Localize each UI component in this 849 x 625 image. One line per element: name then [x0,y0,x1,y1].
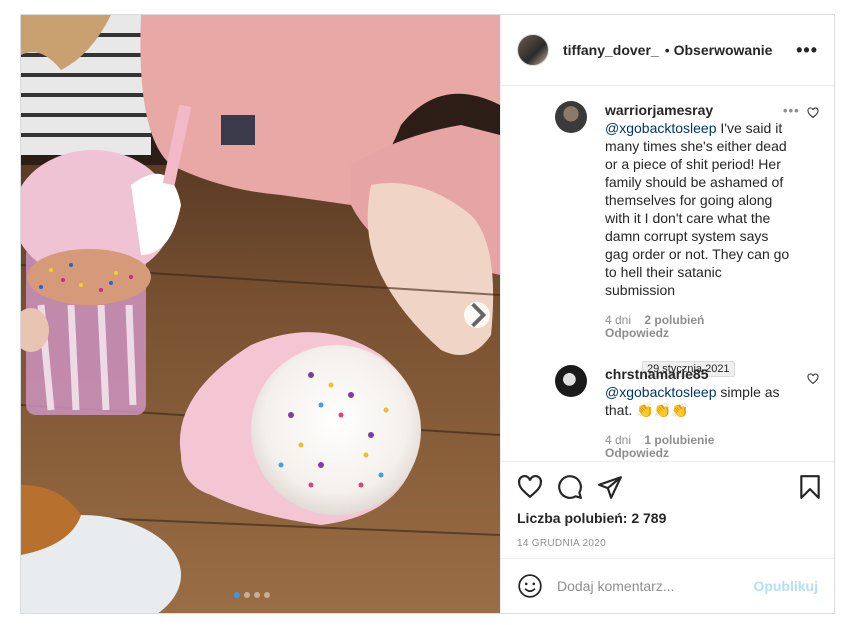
comment-meta: 4 dni 1 polubienie [605,433,791,447]
carousel-dot [264,592,270,598]
commenter-username[interactable]: chrstnamarie85 [605,366,709,382]
heart-icon[interactable] [517,474,543,500]
chevron-right-icon [471,302,487,328]
comment-icon[interactable] [557,474,583,500]
comment-body: warriorjamesray @xgobacktosleep I've sai… [605,101,791,339]
comment-mention[interactable]: @xgobacktosleep [605,120,717,136]
header-separator: • [664,42,670,58]
comment-item: chrstnamarie85 @xgobacktosleep simple as… [517,365,819,461]
photo-illustration [21,15,500,613]
commenter-avatar[interactable] [555,101,587,133]
bookmark-icon[interactable] [797,474,823,500]
comment-text: I've said it many times she's either dea… [605,120,790,298]
post-actions: Liczba polubień: 2 789 14 GRUDNIA 2020 [501,461,834,561]
carousel-dot [244,592,250,598]
emoji-icon[interactable] [517,573,543,599]
comment-heart-icon[interactable] [807,373,819,385]
comment-item: warriorjamesray @xgobacktosleep I've sai… [517,101,819,351]
post-date[interactable]: 14 GRUDNIA 2020 [517,538,606,549]
comment-heart-icon[interactable] [807,107,819,119]
instagram-post: tiffany_dover_ • Obserwowanie ••• warrio… [20,14,835,614]
commenter-username[interactable]: warriorjamesray [605,102,713,118]
commenter-avatar[interactable] [555,365,587,397]
comment-age[interactable]: 4 dni [605,313,631,327]
carousel-dot [254,592,260,598]
share-icon[interactable] [597,474,623,500]
comment-body: chrstnamarie85 @xgobacktosleep simple as… [605,365,791,459]
comment-more-icon[interactable]: ••• [783,103,800,118]
comment-age[interactable]: 4 dni [605,433,631,447]
action-icon-row [517,474,820,500]
author-avatar[interactable] [517,34,549,66]
carousel-dot-active [234,592,240,598]
likes-count[interactable]: Liczba polubień: 2 789 [517,510,666,526]
comment-likes[interactable]: 1 polubienie [644,433,714,447]
add-comment-bar: Opublikuj [501,558,834,613]
comment-meta: 4 dni 2 polubień [605,313,791,327]
post-photo[interactable] [21,15,500,613]
carousel-dots [234,592,270,598]
publish-button[interactable]: Opublikuj [753,578,818,594]
follow-status-button[interactable]: Obserwowanie [674,42,773,58]
comment-likes[interactable]: 2 polubień [644,313,704,327]
post-header: tiffany_dover_ • Obserwowanie ••• [501,15,834,86]
post-sidebar: tiffany_dover_ • Obserwowanie ••• warrio… [500,15,834,613]
comment-mention[interactable]: @xgobacktosleep [605,384,717,400]
author-username[interactable]: tiffany_dover_ [563,42,659,58]
next-slide-button[interactable] [464,302,490,328]
more-options-icon[interactable]: ••• [796,40,818,61]
comments-list[interactable]: warriorjamesray @xgobacktosleep I've sai… [501,87,834,461]
reply-button[interactable]: Odpowiedz [605,327,791,339]
reply-button[interactable]: Odpowiedz [605,447,791,459]
comment-input[interactable] [557,578,747,594]
